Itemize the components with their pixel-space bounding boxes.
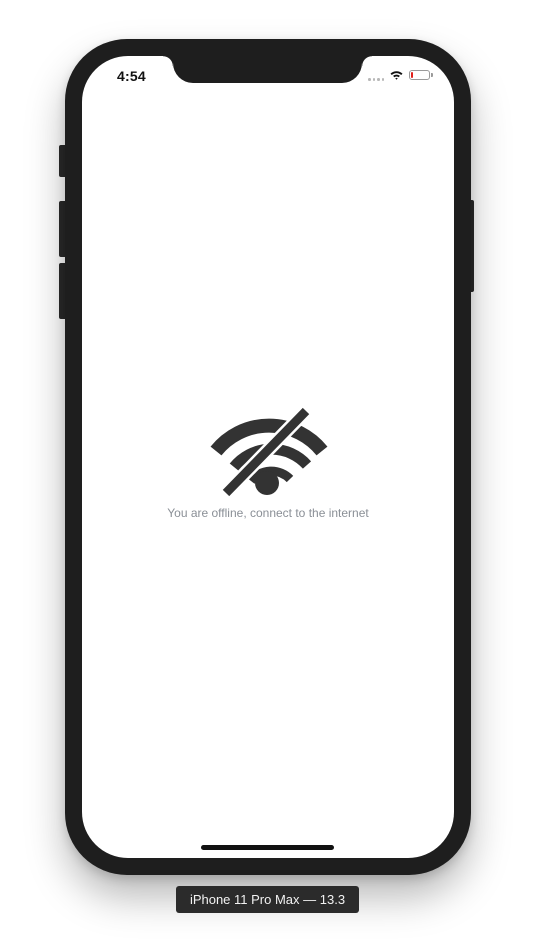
screen-notch bbox=[163, 56, 372, 83]
status-bar-time: 4:54 bbox=[117, 68, 146, 84]
wifi-icon bbox=[390, 71, 403, 80]
battery-cap bbox=[431, 73, 433, 77]
wifi-off-icon bbox=[210, 406, 328, 498]
device-screen: 4:54 You are offline, connect to the int… bbox=[82, 56, 454, 858]
offline-message: You are offline, connect to the internet bbox=[167, 506, 369, 520]
simulator-stage: 4:54 You are offline, connect to the int… bbox=[0, 0, 535, 950]
home-indicator[interactable] bbox=[201, 845, 334, 850]
simulator-device-label: iPhone 11 Pro Max — 13.3 bbox=[176, 886, 359, 913]
battery-low-icon bbox=[409, 70, 430, 80]
signal-dots-icon bbox=[368, 78, 384, 81]
battery-level-fill bbox=[411, 72, 413, 78]
